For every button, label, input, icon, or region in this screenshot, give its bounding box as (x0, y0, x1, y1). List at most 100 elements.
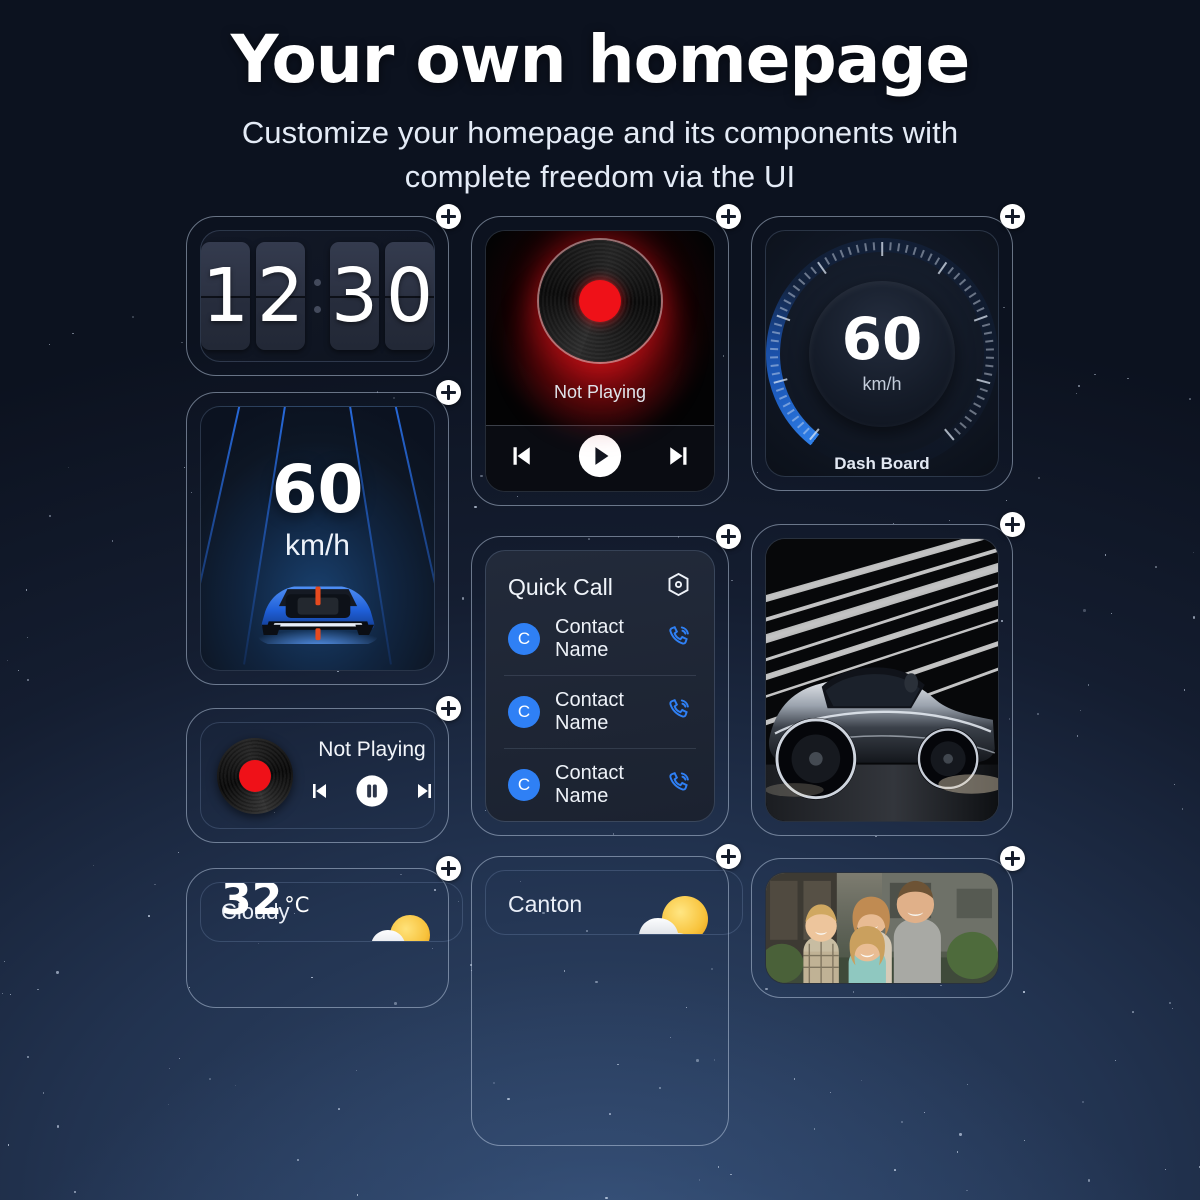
gauge-tick (944, 428, 955, 440)
prev-track-button[interactable] (307, 779, 331, 808)
page-subtitle: Customize your homepage and its componen… (241, 114, 959, 194)
gauge-tick (798, 278, 806, 285)
digit-text: 0 (385, 253, 434, 339)
add-widget-button[interactable] (436, 856, 461, 881)
gauge-tick (985, 339, 994, 342)
clock-digit-hour-tens: 1 (201, 242, 250, 350)
gauge-tick (771, 371, 780, 375)
clock-digit-minute-tens: 3 (330, 242, 379, 350)
widget-hud[interactable]: 60 km/h (186, 380, 461, 685)
gauge-tick (947, 266, 954, 274)
car-image (766, 539, 998, 821)
widget-music-mini[interactable]: Not Playing (186, 696, 461, 843)
car-rear-icon (258, 586, 377, 644)
gauge-tick (771, 330, 781, 334)
page-title: Your own homepage (230, 21, 971, 98)
add-widget-button[interactable] (436, 696, 461, 721)
gauge-tick (776, 387, 785, 392)
dashboard-caption: Dash Board (834, 453, 930, 473)
gauge-tick (787, 408, 795, 415)
widget-quick-call[interactable]: Quick Call C Contact Name C Contact Name C Co… (471, 524, 741, 836)
widget-dashboard[interactable]: 60 km/h Dash Board (751, 204, 1025, 491)
gauge-tick (954, 427, 961, 435)
add-widget-button[interactable] (1000, 512, 1025, 537)
temperature-value: 32 (221, 882, 283, 925)
gauge-tick (973, 401, 982, 407)
hud-speed-value: 60 (271, 451, 364, 528)
gauge-tick (792, 284, 800, 291)
gauge-tick (985, 364, 994, 367)
gauge-tick (782, 401, 791, 407)
gauge-tick (770, 364, 779, 367)
album-art-area: Not Playing (486, 231, 714, 443)
gauge-tick (959, 421, 967, 428)
pause-button[interactable] (355, 774, 389, 813)
gauge-tick (791, 415, 800, 422)
gauge-tick (809, 428, 820, 440)
weather-card: Canton 30°C Cloudy (485, 870, 743, 935)
hexagon-gear-icon[interactable] (665, 571, 692, 603)
next-track-button[interactable] (413, 779, 434, 808)
contact-name: Contact Name (555, 616, 624, 661)
gauge-tick (787, 291, 796, 298)
gauge-value: 60 (841, 305, 923, 374)
clock-digit-minute-ones: 0 (385, 242, 434, 350)
gauge-tick (779, 394, 788, 400)
add-widget-button[interactable] (716, 204, 741, 229)
call-icon[interactable] (666, 697, 692, 728)
add-widget-button[interactable] (436, 380, 461, 405)
temperature-unit: °C (284, 893, 310, 917)
prev-track-button[interactable] (506, 441, 536, 476)
add-widget-button[interactable] (436, 204, 461, 229)
contact-name: Contact Name (555, 762, 624, 807)
gauge-tick (984, 371, 993, 375)
digit-text: 3 (330, 253, 379, 339)
contact-row[interactable]: C Contact Name (504, 603, 696, 675)
weather-temperature: 32°C (221, 882, 310, 925)
gauge-tick (872, 241, 875, 250)
gauge-tick (983, 330, 993, 334)
call-icon[interactable] (666, 770, 692, 801)
contact-row[interactable]: C Contact Name (504, 675, 696, 748)
add-widget-button[interactable] (716, 844, 741, 869)
gauge-tick (976, 394, 985, 400)
contact-row[interactable]: C Contact Name (504, 748, 696, 821)
gauge-tick (773, 378, 788, 384)
gauge-tick (985, 356, 994, 358)
widget-car-photo[interactable] (751, 512, 1025, 836)
gauge-tick (881, 241, 883, 256)
gauge-tick (972, 298, 981, 305)
speed-gauge: 60 km/h Dash Board (766, 237, 998, 473)
widget-weather-mini[interactable]: Cloudy 32°C (186, 856, 463, 1008)
gauge-tick (803, 272, 811, 279)
gauge-tick (904, 244, 909, 253)
digit-text: 2 (256, 253, 305, 339)
gauge-tick (889, 241, 892, 250)
gauge-tick (839, 249, 844, 258)
clock-colon-icon (311, 279, 324, 313)
add-widget-button[interactable] (716, 524, 741, 549)
call-icon[interactable] (666, 624, 692, 655)
gauge-tick (776, 314, 791, 321)
contact-avatar: C (508, 769, 540, 801)
widget-weather[interactable]: Canton 30°C Cloudy (471, 844, 743, 1146)
weather-mini-card: Cloudy 32°C (200, 882, 463, 942)
gauge-tick (920, 249, 925, 258)
add-widget-button[interactable] (1000, 846, 1025, 871)
widget-music-player[interactable]: Not Playing (471, 204, 741, 506)
gauge-tick (912, 246, 917, 255)
next-track-button[interactable] (664, 441, 694, 476)
add-widget-button[interactable] (1000, 204, 1025, 229)
widget-family-photo[interactable] (751, 846, 1025, 998)
gauge-tick (817, 261, 827, 274)
gauge-tick (831, 252, 837, 261)
quick-call-header: Quick Call (504, 569, 696, 603)
widget-clock[interactable]: 1 2 3 0 (186, 204, 461, 376)
gauge-tick (934, 256, 940, 265)
car-photo-card (765, 538, 999, 822)
gauge-tick (927, 252, 933, 261)
gauge-tick (864, 242, 867, 251)
gauge-tick (985, 347, 994, 350)
quick-call-title: Quick Call (508, 573, 613, 600)
gauge-tick (964, 415, 973, 422)
